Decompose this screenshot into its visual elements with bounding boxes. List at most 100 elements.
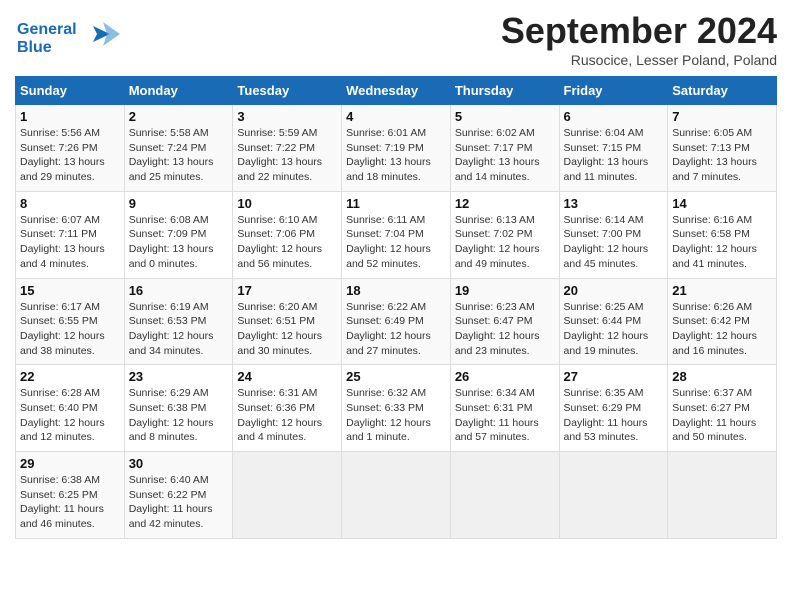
day-info: Sunrise: 6:26 AM Sunset: 6:42 PM Dayligh…	[672, 300, 772, 359]
week-row-2: 8 Sunrise: 6:07 AM Sunset: 7:11 PM Daylig…	[16, 191, 777, 278]
calendar-cell: 14Sunrise: 6:16 AM Sunset: 6:58 PM Dayli…	[668, 191, 777, 278]
calendar-cell: 7Sunrise: 6:05 AM Sunset: 7:13 PM Daylig…	[668, 105, 777, 192]
day-number: 1	[20, 109, 120, 124]
calendar-cell: 4 Sunrise: 6:01 AM Sunset: 7:19 PM Daylig…	[342, 105, 451, 192]
day-number: 24	[237, 369, 337, 384]
day-number: 2	[129, 109, 229, 124]
calendar-cell: 30 Sunrise: 6:40 AM Sunset: 6:22 PM Dayli…	[124, 452, 233, 539]
day-info: Sunrise: 6:31 AM Sunset: 6:36 PM Dayligh…	[237, 386, 337, 445]
day-info: Sunrise: 6:40 AM Sunset: 6:22 PM Dayligh…	[129, 473, 229, 532]
day-info: Sunrise: 6:34 AM Sunset: 6:31 PM Dayligh…	[455, 386, 555, 445]
day-number: 3	[237, 109, 337, 124]
title-area: September 2024 Rusocice, Lesser Poland, …	[501, 10, 777, 68]
weekday-thursday: Thursday	[450, 77, 559, 105]
day-number: 15	[20, 283, 120, 298]
calendar-cell: 28Sunrise: 6:37 AM Sunset: 6:27 PM Dayli…	[668, 365, 777, 452]
weekday-wednesday: Wednesday	[342, 77, 451, 105]
day-number: 19	[455, 283, 555, 298]
day-number: 11	[346, 196, 446, 211]
day-info: Sunrise: 6:22 AM Sunset: 6:49 PM Dayligh…	[346, 300, 446, 359]
calendar-cell: 19 Sunrise: 6:23 AM Sunset: 6:47 PM Dayli…	[450, 278, 559, 365]
calendar-cell: 2 Sunrise: 5:58 AM Sunset: 7:24 PM Daylig…	[124, 105, 233, 192]
day-number: 21	[672, 283, 772, 298]
calendar-cell: 26 Sunrise: 6:34 AM Sunset: 6:31 PM Dayli…	[450, 365, 559, 452]
weekday-header-row: SundayMondayTuesdayWednesdayThursdayFrid…	[16, 77, 777, 105]
day-info: Sunrise: 5:59 AM Sunset: 7:22 PM Dayligh…	[237, 126, 337, 185]
calendar-cell: 13Sunrise: 6:14 AM Sunset: 7:00 PM Dayli…	[559, 191, 668, 278]
day-number: 25	[346, 369, 446, 384]
day-number: 5	[455, 109, 555, 124]
day-info: Sunrise: 6:07 AM Sunset: 7:11 PM Dayligh…	[20, 213, 120, 272]
weekday-friday: Friday	[559, 77, 668, 105]
calendar-cell: 5 Sunrise: 6:02 AM Sunset: 7:17 PM Daylig…	[450, 105, 559, 192]
week-row-3: 15 Sunrise: 6:17 AM Sunset: 6:55 PM Dayli…	[16, 278, 777, 365]
calendar-cell	[233, 452, 342, 539]
day-info: Sunrise: 6:16 AM Sunset: 6:58 PM Dayligh…	[672, 213, 772, 272]
day-number: 6	[564, 109, 664, 124]
day-info: Sunrise: 6:01 AM Sunset: 7:19 PM Dayligh…	[346, 126, 446, 185]
calendar-cell: 15 Sunrise: 6:17 AM Sunset: 6:55 PM Dayli…	[16, 278, 125, 365]
day-info: Sunrise: 6:25 AM Sunset: 6:44 PM Dayligh…	[564, 300, 664, 359]
day-info: Sunrise: 6:20 AM Sunset: 6:51 PM Dayligh…	[237, 300, 337, 359]
day-info: Sunrise: 6:23 AM Sunset: 6:47 PM Dayligh…	[455, 300, 555, 359]
day-info: Sunrise: 6:04 AM Sunset: 7:15 PM Dayligh…	[564, 126, 664, 185]
day-number: 4	[346, 109, 446, 124]
week-row-4: 22 Sunrise: 6:28 AM Sunset: 6:40 PM Dayli…	[16, 365, 777, 452]
calendar-cell: 22 Sunrise: 6:28 AM Sunset: 6:40 PM Dayli…	[16, 365, 125, 452]
calendar-cell: 3 Sunrise: 5:59 AM Sunset: 7:22 PM Daylig…	[233, 105, 342, 192]
day-number: 26	[455, 369, 555, 384]
day-info: Sunrise: 6:29 AM Sunset: 6:38 PM Dayligh…	[129, 386, 229, 445]
svg-text:General: General	[17, 21, 77, 38]
calendar-cell: 25 Sunrise: 6:32 AM Sunset: 6:33 PM Dayli…	[342, 365, 451, 452]
location: Rusocice, Lesser Poland, Poland	[501, 52, 777, 68]
calendar-cell: 6 Sunrise: 6:04 AM Sunset: 7:15 PM Daylig…	[559, 105, 668, 192]
calendar-cell: 23 Sunrise: 6:29 AM Sunset: 6:38 PM Dayli…	[124, 365, 233, 452]
calendar-cell: 18 Sunrise: 6:22 AM Sunset: 6:49 PM Dayli…	[342, 278, 451, 365]
day-info: Sunrise: 6:11 AM Sunset: 7:04 PM Dayligh…	[346, 213, 446, 272]
week-row-5: 29 Sunrise: 6:38 AM Sunset: 6:25 PM Dayli…	[16, 452, 777, 539]
day-number: 18	[346, 283, 446, 298]
day-info: Sunrise: 6:35 AM Sunset: 6:29 PM Dayligh…	[564, 386, 664, 445]
day-info: Sunrise: 6:02 AM Sunset: 7:17 PM Dayligh…	[455, 126, 555, 185]
calendar-cell: 10 Sunrise: 6:10 AM Sunset: 7:06 PM Dayli…	[233, 191, 342, 278]
day-number: 28	[672, 369, 772, 384]
weekday-sunday: Sunday	[16, 77, 125, 105]
calendar-cell	[559, 452, 668, 539]
month-title: September 2024	[501, 10, 777, 52]
day-number: 10	[237, 196, 337, 211]
calendar-cell: 12Sunrise: 6:13 AM Sunset: 7:02 PM Dayli…	[450, 191, 559, 278]
day-number: 23	[129, 369, 229, 384]
calendar-cell: 20 Sunrise: 6:25 AM Sunset: 6:44 PM Dayli…	[559, 278, 668, 365]
day-number: 17	[237, 283, 337, 298]
day-info: Sunrise: 6:38 AM Sunset: 6:25 PM Dayligh…	[20, 473, 120, 532]
day-info: Sunrise: 6:10 AM Sunset: 7:06 PM Dayligh…	[237, 213, 337, 272]
calendar-cell: 8 Sunrise: 6:07 AM Sunset: 7:11 PM Daylig…	[16, 191, 125, 278]
day-number: 22	[20, 369, 120, 384]
header: General Blue September 2024 Rusocice, Le…	[15, 10, 777, 68]
weekday-tuesday: Tuesday	[233, 77, 342, 105]
svg-text:Blue: Blue	[17, 39, 52, 56]
calendar-cell: 17 Sunrise: 6:20 AM Sunset: 6:51 PM Dayli…	[233, 278, 342, 365]
calendar-cell	[668, 452, 777, 539]
week-row-1: 1 Sunrise: 5:56 AM Sunset: 7:26 PM Daylig…	[16, 105, 777, 192]
calendar-cell: 24 Sunrise: 6:31 AM Sunset: 6:36 PM Dayli…	[233, 365, 342, 452]
day-info: Sunrise: 6:19 AM Sunset: 6:53 PM Dayligh…	[129, 300, 229, 359]
day-info: Sunrise: 5:56 AM Sunset: 7:26 PM Dayligh…	[20, 126, 120, 185]
day-number: 30	[129, 456, 229, 471]
weekday-monday: Monday	[124, 77, 233, 105]
calendar-cell: 9Sunrise: 6:08 AM Sunset: 7:09 PM Daylig…	[124, 191, 233, 278]
day-number: 12	[455, 196, 555, 211]
day-number: 9	[129, 196, 229, 211]
day-number: 8	[20, 196, 120, 211]
day-info: Sunrise: 6:28 AM Sunset: 6:40 PM Dayligh…	[20, 386, 120, 445]
logo: General Blue	[15, 14, 125, 63]
day-info: Sunrise: 6:17 AM Sunset: 6:55 PM Dayligh…	[20, 300, 120, 359]
calendar-cell: 27Sunrise: 6:35 AM Sunset: 6:29 PM Dayli…	[559, 365, 668, 452]
calendar-cell: 21 Sunrise: 6:26 AM Sunset: 6:42 PM Dayli…	[668, 278, 777, 365]
calendar-cell: 11 Sunrise: 6:11 AM Sunset: 7:04 PM Dayli…	[342, 191, 451, 278]
day-number: 29	[20, 456, 120, 471]
day-info: Sunrise: 6:32 AM Sunset: 6:33 PM Dayligh…	[346, 386, 446, 445]
day-number: 20	[564, 283, 664, 298]
calendar-cell	[450, 452, 559, 539]
day-info: Sunrise: 5:58 AM Sunset: 7:24 PM Dayligh…	[129, 126, 229, 185]
